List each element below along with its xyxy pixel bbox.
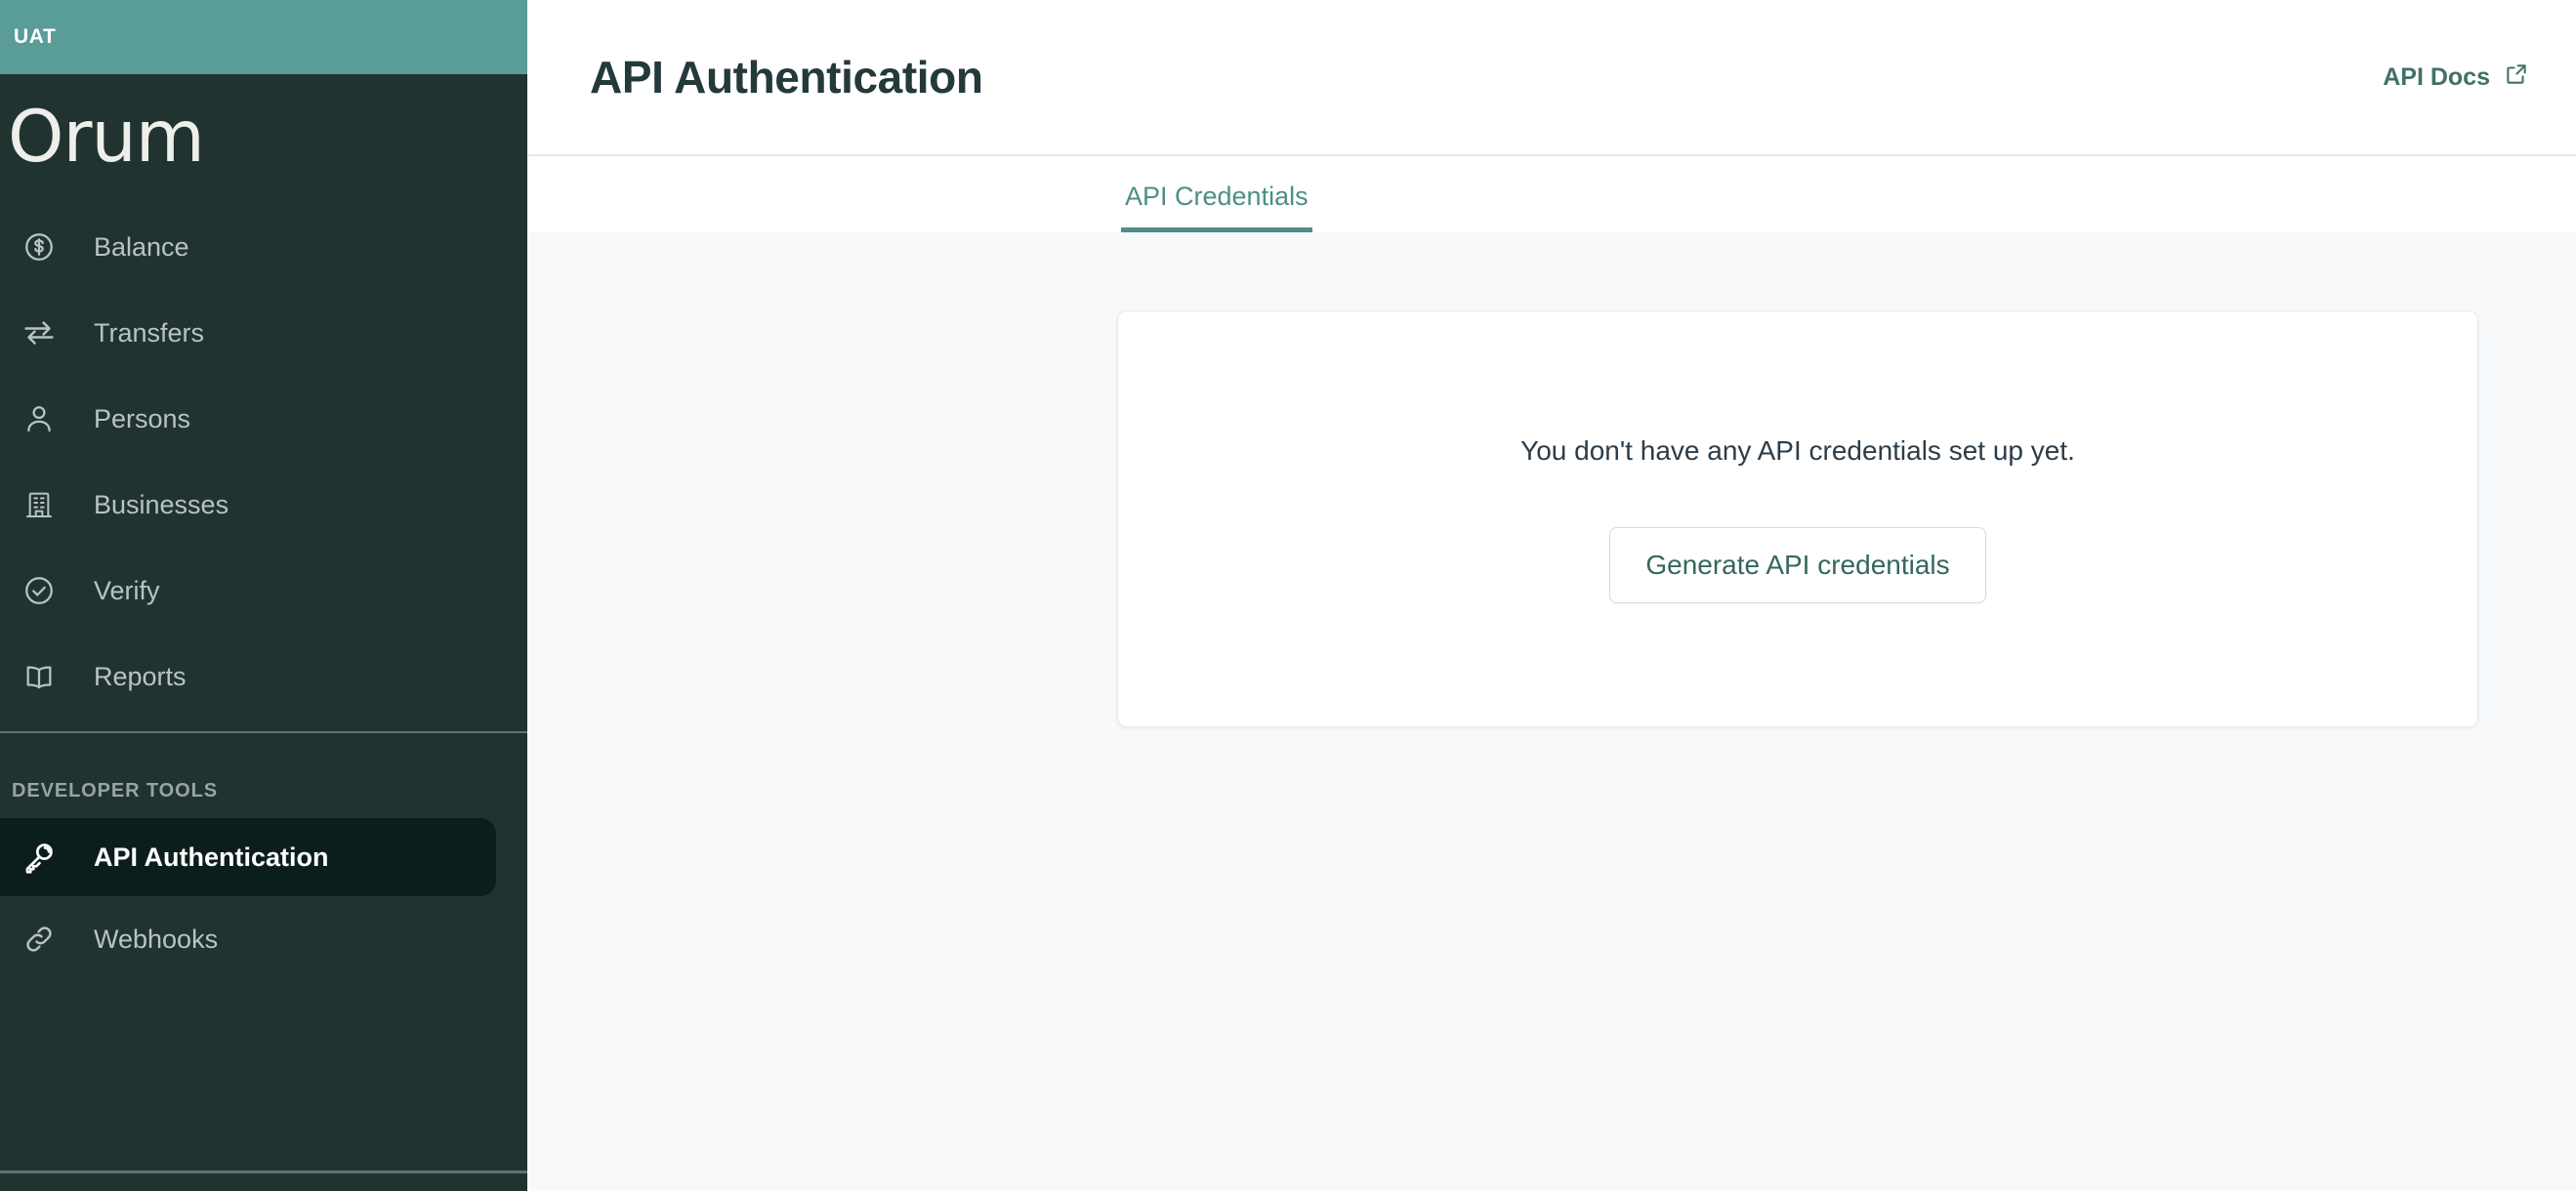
- external-link-icon: [2504, 62, 2529, 94]
- developer-navigation: API Authentication Webhooks: [0, 818, 527, 982]
- sidebar-item-label: Webhooks: [94, 924, 219, 954]
- sidebar-item-api-authentication[interactable]: API Authentication: [0, 818, 496, 896]
- sidebar-item-reports[interactable]: Reports: [0, 634, 527, 719]
- transfer-arrows-icon: [12, 315, 66, 350]
- sidebar: UAT Orum Balance Transfers Persons Busin…: [0, 0, 527, 1191]
- sidebar-item-label: Balance: [94, 231, 189, 262]
- link-icon: [12, 923, 66, 956]
- person-icon: [12, 402, 66, 435]
- sidebar-item-label: Persons: [94, 403, 191, 433]
- sidebar-item-webhooks[interactable]: Webhooks: [0, 896, 527, 982]
- tab-api-credentials[interactable]: API Credentials: [1121, 182, 1312, 232]
- empty-state-message: You don't have any API credentials set u…: [1520, 434, 2075, 466]
- sidebar-item-label: Businesses: [94, 489, 229, 519]
- tab-bar: API Credentials: [527, 156, 2576, 232]
- sidebar-footer: [0, 1173, 527, 1191]
- sidebar-section-developer-tools: DEVELOPER TOOLS: [12, 780, 218, 801]
- sidebar-item-label: Reports: [94, 661, 187, 691]
- sidebar-item-label: Transfers: [94, 317, 205, 348]
- api-docs-label: API Docs: [2383, 62, 2490, 91]
- sidebar-item-businesses[interactable]: Businesses: [0, 462, 527, 548]
- sidebar-item-label: Verify: [94, 575, 160, 605]
- api-docs-link[interactable]: API Docs: [2383, 62, 2529, 94]
- key-icon: [12, 840, 66, 875]
- page-header: API Authentication API Docs: [527, 0, 2576, 156]
- environment-label: UAT: [14, 25, 57, 48]
- dollar-circle-icon: [12, 230, 66, 264]
- sidebar-item-verify[interactable]: Verify: [0, 548, 527, 634]
- environment-banner: UAT: [0, 0, 527, 74]
- sidebar-item-label: API Authentication: [94, 842, 329, 872]
- check-circle-icon: [12, 574, 66, 607]
- content-area: You don't have any API credentials set u…: [527, 232, 2576, 1191]
- book-icon: [12, 660, 66, 693]
- app-root: UAT Orum Balance Transfers Persons Busin…: [0, 0, 2576, 1191]
- brand-name: Orum: [8, 96, 205, 179]
- sidebar-item-transfers[interactable]: Transfers: [0, 290, 527, 376]
- building-icon: [12, 489, 66, 520]
- sidebar-item-persons[interactable]: Persons: [0, 376, 527, 462]
- api-credentials-card: You don't have any API credentials set u…: [1117, 310, 2478, 727]
- page-title: API Authentication: [590, 52, 983, 103]
- generate-api-credentials-button[interactable]: Generate API credentials: [1609, 526, 1986, 603]
- main-content: API Authentication API Docs API Credenti…: [527, 0, 2576, 1191]
- sidebar-item-balance[interactable]: Balance: [0, 204, 527, 290]
- brand-logo[interactable]: Orum: [0, 74, 527, 194]
- primary-navigation: Balance Transfers Persons Businesses Ver…: [0, 194, 527, 719]
